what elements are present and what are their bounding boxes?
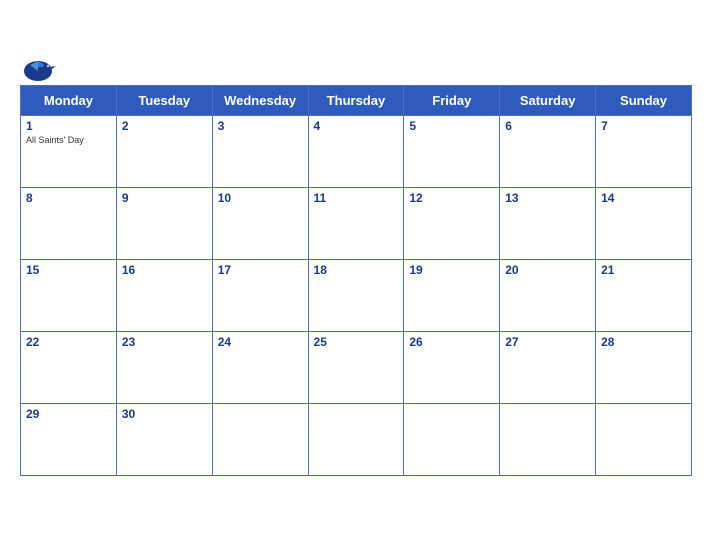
calendar-day-cell: 9 (116, 187, 212, 259)
calendar-day-cell: 26 (404, 331, 500, 403)
day-number: 16 (122, 263, 207, 277)
calendar-day-cell (212, 403, 308, 475)
calendar-day-cell: 11 (308, 187, 404, 259)
calendar-day-cell: 10 (212, 187, 308, 259)
calendar-week-row: 89 10 11 12 13 14 (21, 187, 692, 259)
weekday-header-friday: Friday (404, 85, 500, 115)
calendar-table: MondayTuesdayWednesdayThursdayFridaySatu… (20, 85, 692, 476)
calendar-day-cell: 2 (116, 115, 212, 187)
day-number: 17 (218, 263, 303, 277)
day-number: 11 (314, 191, 399, 205)
day-number: 24 (218, 335, 303, 349)
day-number: 18 (314, 263, 399, 277)
day-number: 1 (26, 119, 111, 133)
weekday-header-tuesday: Tuesday (116, 85, 212, 115)
day-number: 20 (505, 263, 590, 277)
calendar-day-cell: 29 (21, 403, 117, 475)
calendar-day-cell: 8 (21, 187, 117, 259)
calendar-day-cell: 3 (212, 115, 308, 187)
calendar-day-cell: 13 (500, 187, 596, 259)
day-number: 13 (505, 191, 590, 205)
day-number: 14 (601, 191, 686, 205)
calendar-day-cell (404, 403, 500, 475)
day-number: 9 (122, 191, 207, 205)
day-number: 2 (122, 119, 207, 133)
weekday-header-saturday: Saturday (500, 85, 596, 115)
calendar-day-cell: 5 (404, 115, 500, 187)
weekday-header-wednesday: Wednesday (212, 85, 308, 115)
calendar-week-row: 1 All Saints' Day 234567 (21, 115, 692, 187)
day-number: 29 (26, 407, 111, 421)
calendar-day-cell (500, 403, 596, 475)
day-number: 7 (601, 119, 686, 133)
calendar-day-cell: 21 (596, 259, 692, 331)
calendar-day-cell: 6 (500, 115, 596, 187)
day-number: 5 (409, 119, 494, 133)
calendar-day-cell: 20 (500, 259, 596, 331)
calendar-day-cell: 28 (596, 331, 692, 403)
day-number: 4 (314, 119, 399, 133)
calendar-day-cell: 24 (212, 331, 308, 403)
day-number: 26 (409, 335, 494, 349)
calendar-day-cell: 18 (308, 259, 404, 331)
calendar-day-cell: 12 (404, 187, 500, 259)
calendar-day-cell (308, 403, 404, 475)
day-number: 6 (505, 119, 590, 133)
day-number: 30 (122, 407, 207, 421)
calendar-day-cell: 22 (21, 331, 117, 403)
day-number: 28 (601, 335, 686, 349)
holiday-label: All Saints' Day (26, 135, 111, 145)
day-number: 8 (26, 191, 111, 205)
calendar-day-cell: 4 (308, 115, 404, 187)
day-number: 21 (601, 263, 686, 277)
day-number: 27 (505, 335, 590, 349)
calendar-day-cell: 23 (116, 331, 212, 403)
weekday-header-monday: Monday (21, 85, 117, 115)
day-number: 25 (314, 335, 399, 349)
weekday-header-thursday: Thursday (308, 85, 404, 115)
day-number: 22 (26, 335, 111, 349)
calendar-thead: MondayTuesdayWednesdayThursdayFridaySatu… (21, 85, 692, 115)
calendar-day-cell: 30 (116, 403, 212, 475)
calendar-day-cell: 19 (404, 259, 500, 331)
logo (20, 57, 56, 85)
calendar-day-cell: 1 All Saints' Day (21, 115, 117, 187)
day-number: 12 (409, 191, 494, 205)
calendar-day-cell: 27 (500, 331, 596, 403)
calendar-week-row: 22 23 24 25 26 27 28 (21, 331, 692, 403)
calendar-container: MondayTuesdayWednesdayThursdayFridaySatu… (0, 55, 712, 496)
calendar-week-row: 29 30 (21, 403, 692, 475)
calendar-day-cell: 14 (596, 187, 692, 259)
calendar-week-row: 15 16 17 18 19 20 21 (21, 259, 692, 331)
logo-bird-icon (20, 57, 56, 85)
day-number: 19 (409, 263, 494, 277)
calendar-header (20, 65, 692, 77)
calendar-body: 1All Saints' Day234567891011121314151617… (21, 115, 692, 475)
weekday-header-row: MondayTuesdayWednesdayThursdayFridaySatu… (21, 85, 692, 115)
calendar-day-cell: 7 (596, 115, 692, 187)
day-number: 23 (122, 335, 207, 349)
day-number: 3 (218, 119, 303, 133)
calendar-day-cell: 17 (212, 259, 308, 331)
calendar-day-cell (596, 403, 692, 475)
day-number: 15 (26, 263, 111, 277)
calendar-day-cell: 16 (116, 259, 212, 331)
day-number: 10 (218, 191, 303, 205)
calendar-day-cell: 15 (21, 259, 117, 331)
weekday-header-sunday: Sunday (596, 85, 692, 115)
calendar-day-cell: 25 (308, 331, 404, 403)
